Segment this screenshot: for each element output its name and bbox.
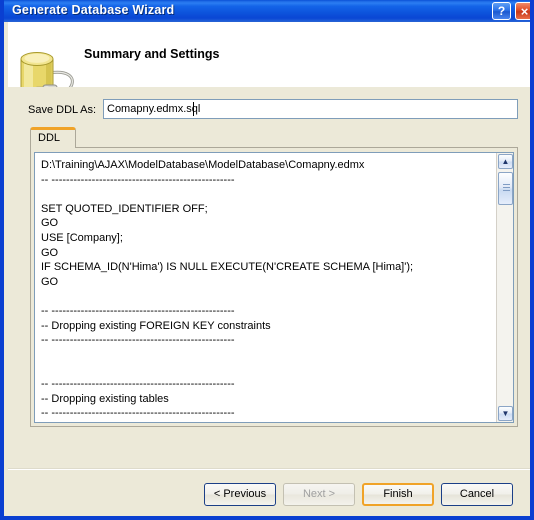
tab-ddl[interactable]: DDL: [30, 127, 76, 148]
scroll-up-glyph: ▲: [501, 156, 510, 166]
page-title: Summary and Settings: [84, 47, 220, 61]
cancel-button[interactable]: Cancel: [441, 483, 513, 506]
scrollbar-thumb[interactable]: [498, 172, 513, 205]
tab-ddl-label: DDL: [38, 132, 61, 144]
wizard-header: Summary and Settings: [8, 22, 530, 88]
previous-button[interactable]: < Previous: [204, 483, 276, 506]
footer-separator: [8, 468, 530, 470]
close-icon[interactable]: ×: [515, 2, 530, 20]
database-plug-icon: [20, 52, 74, 87]
title-bar[interactable]: Generate Database Wizard ? ×: [4, 0, 530, 22]
text-cursor: [193, 102, 194, 116]
ddl-vertical-scrollbar[interactable]: ▲ ▼: [496, 153, 513, 422]
ddl-script-text: D:\Training\AJAX\ModelDatabase\ModelData…: [41, 159, 414, 420]
help-icon[interactable]: ?: [492, 2, 511, 20]
ddl-script-textbox[interactable]: D:\Training\AJAX\ModelDatabase\ModelData…: [34, 152, 514, 423]
finish-button[interactable]: Finish: [362, 483, 434, 506]
scrollbar-grip-icon: [503, 184, 510, 193]
window-title: Generate Database Wizard: [12, 3, 175, 17]
generate-database-wizard-window: Generate Database Wizard ? × Summary and…: [0, 0, 534, 520]
next-button: Next >: [283, 483, 355, 506]
tab-strip: DDL: [30, 127, 518, 148]
save-ddl-input[interactable]: [103, 99, 518, 119]
wizard-body: Save DDL As: DDL D:\Training\AJAX\ModelD…: [8, 87, 530, 516]
close-icon-glyph: ×: [520, 3, 529, 19]
scroll-down-glyph: ▼: [501, 408, 510, 418]
save-ddl-label: Save DDL As:: [28, 104, 97, 116]
scroll-up-icon[interactable]: ▲: [498, 154, 513, 169]
scroll-down-icon[interactable]: ▼: [498, 406, 513, 421]
help-icon-glyph: ?: [497, 4, 506, 18]
